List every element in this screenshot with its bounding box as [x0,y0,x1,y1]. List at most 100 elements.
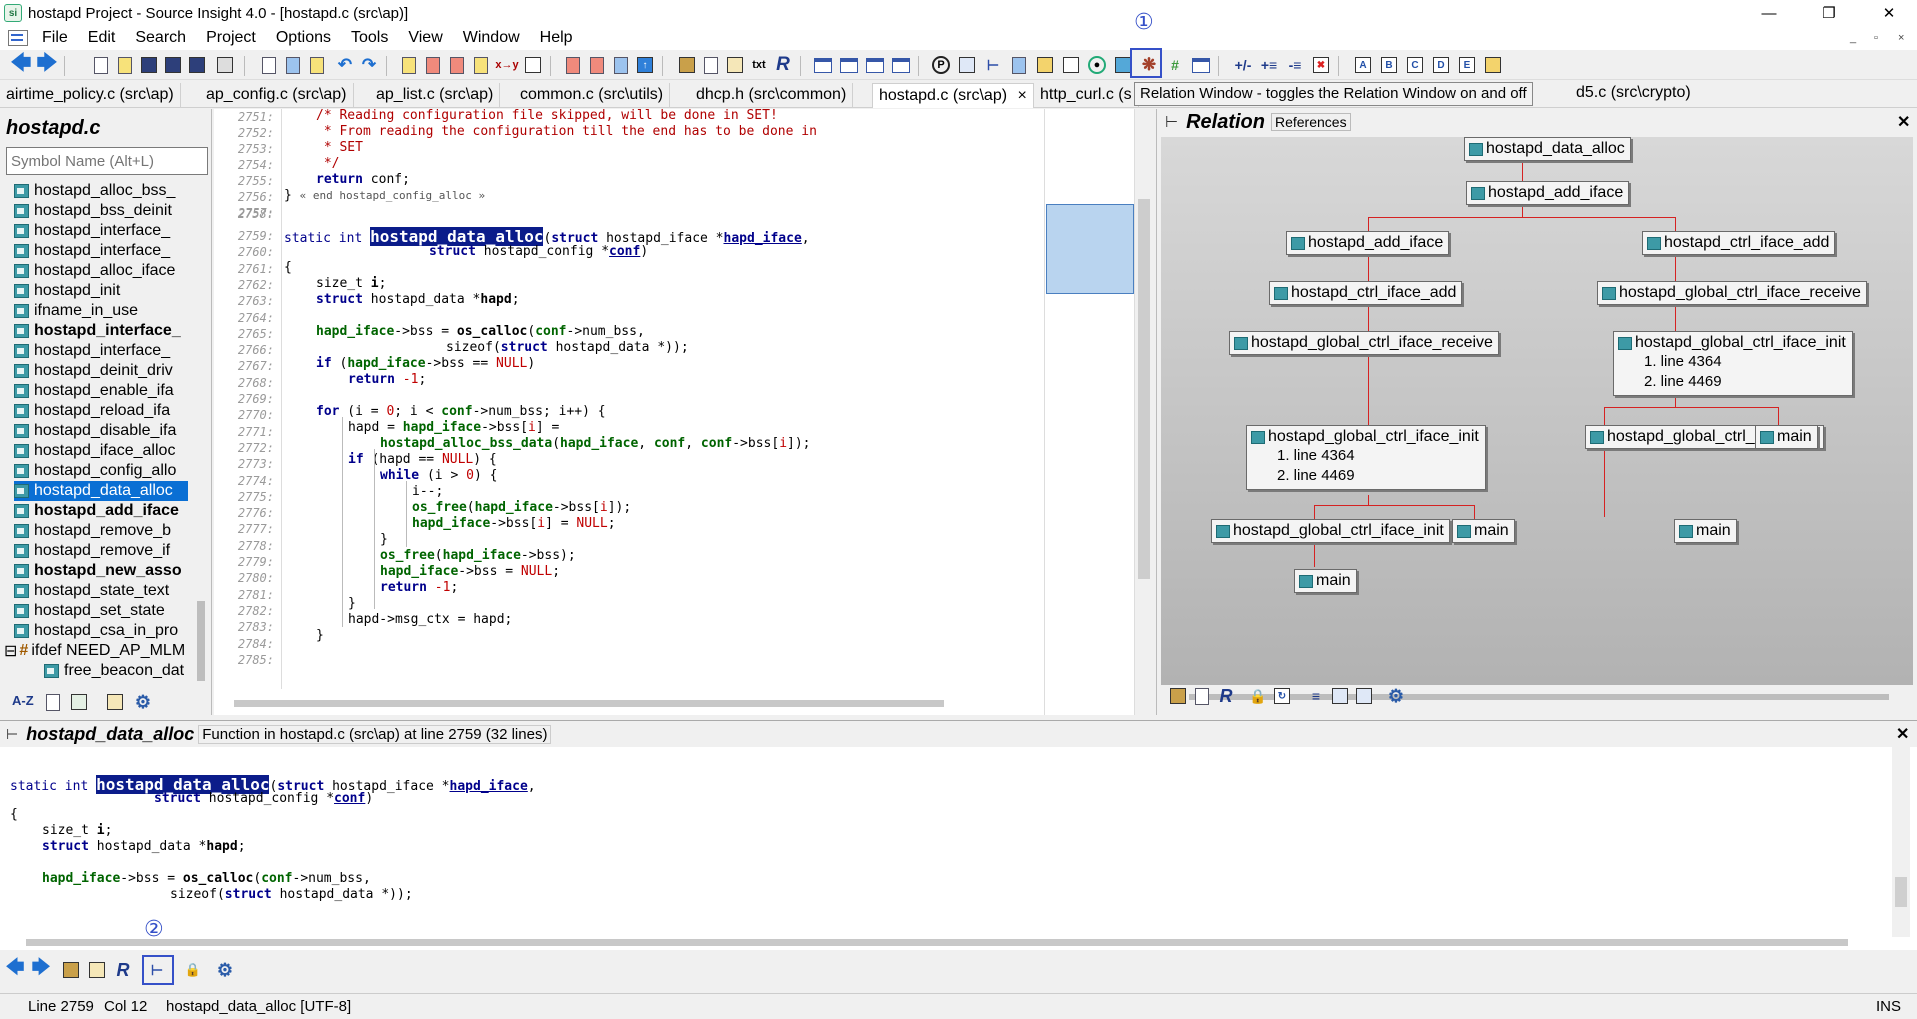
symbol-list-item[interactable]: hostapd_set_state [14,601,188,621]
relation-node-with-refs[interactable]: hostapd_global_ctrl_iface_init 1. line 4… [1246,425,1486,490]
font-d-icon[interactable]: D [1430,54,1452,76]
context-icon[interactable]: txt [748,54,770,76]
book-icon[interactable] [104,691,126,713]
project-icon[interactable] [1167,685,1189,707]
font-b-icon[interactable]: B [1378,54,1400,76]
tab-http-curl[interactable]: http_curl.c (s [1034,83,1139,108]
layout2-icon[interactable] [838,54,860,76]
symbol-list-item[interactable]: hostapd_add_iface [14,501,188,521]
symbol-list-item[interactable]: hostapd_remove_b [14,521,188,541]
close-icon[interactable]: ✕ [1866,0,1912,26]
back-arrow-icon[interactable]: 🡄 [10,52,32,76]
symbol-list-item[interactable]: hostapd_alloc_iface [14,261,188,281]
menu-help[interactable]: Help [530,29,583,47]
symbol-list-item[interactable]: hostapd_data_alloc [14,481,188,501]
symbol-list-item[interactable]: ⊟ # ifdef NEED_AP_MLM [4,641,185,661]
book-icon[interactable] [724,54,746,76]
search-up-icon[interactable] [422,54,444,76]
editor-hscrollbar[interactable] [234,700,944,707]
symbol-list-item[interactable]: hostapd_state_text [14,581,188,601]
relation-node[interactable]: hostapd_global_ctrl_iface_receive [1597,281,1867,305]
category-icon[interactable] [68,691,90,713]
relation-node[interactable]: main [1452,519,1515,543]
font-e-icon[interactable]: E [1456,54,1478,76]
symbol-list-item[interactable]: free_beacon_dat [44,661,188,681]
menu-window[interactable]: Window [453,29,530,47]
mdi-restore[interactable]: ▫ [1874,32,1878,44]
symbol-list-item[interactable]: hostapd_disable_ifa [14,421,188,441]
symbol-list-item[interactable]: ifname_in_use [14,301,188,321]
symbol-list-item[interactable]: hostapd_enable_ifa [14,381,188,401]
context-close-icon[interactable]: ✕ [1896,724,1909,744]
mdi-close[interactable]: × [1898,32,1904,44]
document-icon[interactable] [8,30,28,46]
relation-hscrollbar[interactable] [1189,694,1889,700]
search-file-icon[interactable] [398,54,420,76]
menu-search[interactable]: Search [125,29,196,47]
sort-az-button[interactable]: A-Z [12,693,34,708]
layout4-icon[interactable] [890,54,912,76]
lock-icon[interactable]: 🔒 [1247,685,1269,707]
overview-viewport[interactable] [1046,204,1134,294]
settings-gear-icon[interactable]: ⚙ [1385,685,1407,707]
relation-graph[interactable]: hostapd_data_alloc hostapd_add_iface hos… [1161,137,1913,685]
plus-minus-icon[interactable]: +/- [1232,54,1254,76]
relation-node-root[interactable]: hostapd_data_alloc [1464,137,1631,161]
relation-node[interactable]: hostapd_ctrl_iface_add [1269,281,1463,305]
lookup-icon[interactable] [522,54,544,76]
redo-icon[interactable]: ↷ [358,54,380,76]
tab-close-icon[interactable]: × [1018,87,1027,104]
layout3-icon[interactable] [864,54,886,76]
graph-icon[interactable] [1329,685,1351,707]
symbol-list-item[interactable]: hostapd_remove_if [14,541,188,561]
symbol-search-input[interactable] [6,147,208,175]
new-file-icon[interactable] [90,54,112,76]
jump-icon[interactable] [610,54,632,76]
code-editor[interactable]: 2751: 2752: 2753: 2754: 2755: 2756: 2757: 2758:… [214,108,1046,715]
r-icon[interactable]: R [112,959,134,981]
tab-airtime-policy[interactable]: airtime_policy.c (src\ap) [0,83,181,108]
back-arrow-icon[interactable]: 🡄 [4,957,26,981]
bookmark-prev-icon[interactable] [562,54,584,76]
editor-vscrollbar[interactable] [1134,109,1152,715]
symbol-list-item[interactable]: hostapd_csa_in_pro [14,621,188,641]
save-icon[interactable] [138,54,160,76]
tab-common[interactable]: common.c (src\utils) [514,83,671,108]
collapse-icon[interactable]: ⊟ [4,641,17,661]
relation-node[interactable]: hostapd_global_ctrl_iface_init [1211,519,1450,543]
symbol-list-item[interactable]: hostapd_init [14,281,188,301]
layout-icon[interactable] [1353,685,1375,707]
undo-icon[interactable]: ↶ [334,54,356,76]
relation-node-with-refs[interactable]: hostapd_global_ctrl_iface_init 1. line 4… [1613,331,1853,396]
symbol-list-item[interactable]: hostapd_new_asso [14,561,188,581]
search-down-icon[interactable] [446,54,468,76]
context-vscrollbar[interactable] [1892,747,1910,937]
project-icon[interactable] [60,959,82,981]
relation-close-icon[interactable]: ✕ [1897,112,1910,132]
symbol-list-item[interactable]: hostapd_reload_ifa [14,401,188,421]
settings-gear-icon[interactable]: ⚙ [132,691,154,713]
search-project-icon[interactable] [470,54,492,76]
chart-icon[interactable] [1060,54,1082,76]
font-a-icon[interactable]: A [1352,54,1374,76]
symbol-list-item[interactable]: hostapd_deinit_driv [14,361,188,381]
save-all-icon[interactable] [186,54,208,76]
relation-node[interactable]: hostapd_global_ctrl_iface_receive [1229,331,1499,355]
symbol-list-item[interactable]: hostapd_bss_deinit [14,201,188,221]
s-icon[interactable] [1008,54,1030,76]
menu-project[interactable]: Project [196,29,266,47]
open-file-icon[interactable] [114,54,136,76]
delete-icon[interactable]: ✖ [1310,54,1332,76]
minimize-icon[interactable]: — [1746,0,1792,26]
r-icon[interactable]: R [772,54,794,76]
project-icon[interactable] [676,54,698,76]
relation-node[interactable]: hostapd_add_iface [1286,231,1450,255]
sync-icon[interactable]: ↻ [1271,685,1293,707]
lock-icon[interactable]: 🔒 [182,959,204,981]
relation-node[interactable]: main [1294,569,1357,593]
paste-icon[interactable] [306,54,328,76]
p-icon[interactable]: P [930,54,952,76]
settings-gear-icon[interactable]: ⚙ [214,959,236,981]
bookmark-next-icon[interactable] [586,54,608,76]
symbol-list-item[interactable]: hostapd_iface_alloc [14,441,188,461]
